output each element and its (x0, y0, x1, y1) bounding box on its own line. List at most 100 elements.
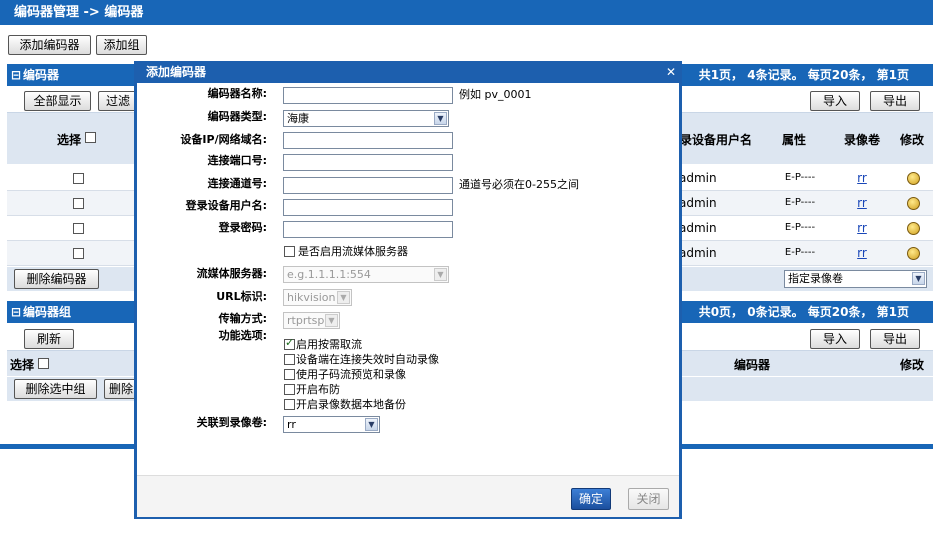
user-input[interactable] (283, 199, 453, 216)
collapse-icon[interactable]: ⊟ (11, 301, 21, 323)
url-label: URL标识: (216, 290, 267, 303)
row-user: admin (679, 221, 717, 235)
password-input[interactable] (283, 221, 453, 238)
encoder-column-header: 编码器 (734, 358, 771, 372)
attribute-column-header: 属性 (782, 133, 807, 147)
feature-checkbox-auto-record[interactable] (284, 354, 295, 365)
chevron-down-icon: ▼ (365, 418, 378, 431)
channel-label: 连接通道号: (207, 177, 267, 190)
group-paging: 共0页， 0条记录。 每页20条， 第1页 (698, 305, 909, 319)
encoder-paging: 共1页， 4条记录。 每页20条， 第1页 (698, 68, 909, 82)
encoder-import-button[interactable]: 导入 (810, 91, 860, 111)
dialog-volume-select[interactable]: rr ▼ (283, 416, 380, 433)
name-label: 编码器名称: (207, 87, 267, 100)
close-icon[interactable]: ✕ (666, 61, 676, 83)
close-button[interactable]: 关闭 (628, 488, 669, 510)
feature-label: 使用子码流预览和录像 (296, 368, 406, 381)
add-encoder-dialog: 添加编码器 ✕ 编码器名称: 例如 pv_0001 编码器类型: 海康 ▼ 设备… (134, 61, 682, 519)
refresh-button[interactable]: 刷新 (24, 329, 74, 349)
volume-column-header: 录像卷 (844, 133, 881, 147)
type-label: 编码器类型: (207, 110, 267, 123)
dialog-title: 添加编码器 (146, 65, 207, 79)
feature-checkbox-local-backup[interactable] (284, 399, 295, 410)
feature-label: 开启布防 (296, 383, 340, 396)
dialog-title-bar: 添加编码器 ✕ (134, 61, 682, 83)
row-volume-link[interactable]: rr (847, 166, 877, 190)
row-user: admin (679, 171, 717, 185)
feature-checkbox-on-demand[interactable] (284, 336, 295, 350)
edit-column-header: 修改 (900, 133, 925, 147)
group-select-all-checkbox[interactable] (38, 358, 49, 369)
chevron-down-icon: ▼ (912, 272, 925, 285)
group-edit-column-header: 修改 (900, 358, 925, 372)
row-attribute: E-P---- (784, 172, 816, 183)
login-user-column-header: 录设备用户名 (680, 133, 753, 147)
chevron-down-icon: ▼ (325, 314, 338, 327)
chevron-down-icon: ▼ (434, 112, 447, 125)
edit-icon[interactable] (907, 222, 920, 235)
chevron-down-icon: ▼ (337, 291, 350, 304)
add-group-button[interactable]: 添加组 (96, 35, 147, 55)
top-bar: 编码器管理 -> 编码器 (0, 0, 933, 25)
dialog-footer: 确定 关闭 (137, 475, 679, 517)
feature-label: 设备端在连接失效时自动录像 (296, 353, 439, 366)
stream-server-toggle-label: 是否启用流媒体服务器 (298, 245, 408, 258)
group-export-button[interactable]: 导出 (870, 329, 920, 349)
chevron-down-icon: ▼ (434, 268, 447, 281)
encoder-section-title: 编码器 (23, 68, 60, 82)
row-checkbox[interactable] (73, 173, 84, 184)
features-label: 功能选项: (218, 329, 267, 342)
row-volume-link[interactable]: rr (847, 241, 877, 265)
ip-input[interactable] (283, 132, 453, 149)
feature-label: 启用按需取流 (296, 338, 362, 351)
row-user: admin (679, 246, 717, 260)
edit-icon[interactable] (907, 247, 920, 260)
row-checkbox[interactable] (73, 223, 84, 234)
select-all-checkbox[interactable] (85, 132, 96, 143)
row-volume-link[interactable]: rr (847, 216, 877, 240)
port-input[interactable] (283, 154, 453, 171)
dialog-body: 编码器名称: 例如 pv_0001 编码器类型: 海康 ▼ 设备IP/网络域名:… (137, 83, 679, 475)
row-volume-link[interactable]: rr (847, 191, 877, 215)
transport-label: 传输方式: (218, 312, 267, 325)
delete-selected-group-button[interactable]: 删除选中组 (14, 379, 97, 399)
stream-server-select[interactable]: e.g.1.1.1.1:554 ▼ (283, 266, 449, 283)
encoder-export-button[interactable]: 导出 (870, 91, 920, 111)
row-attribute: E-P---- (784, 222, 816, 233)
edit-icon[interactable] (907, 172, 920, 185)
group-import-button[interactable]: 导入 (810, 329, 860, 349)
password-label: 登录密码: (218, 221, 267, 234)
group-section-title: 编码器组 (23, 305, 72, 319)
group-select-column-header: 选择 (10, 358, 35, 372)
url-select[interactable]: hikvision ▼ (283, 289, 352, 306)
transport-select[interactable]: rtprtsp ▼ (283, 312, 340, 329)
volume-select[interactable]: 指定录像卷 ▼ (784, 270, 927, 288)
select-column-header: 选择 (57, 133, 82, 147)
collapse-icon[interactable]: ⊟ (11, 64, 21, 86)
edit-icon[interactable] (907, 197, 920, 210)
channel-input[interactable] (283, 177, 453, 194)
volume-label: 关联到录像卷: (196, 416, 267, 429)
channel-hint: 通道号必须在0-255之间 (459, 178, 579, 191)
feature-checkbox-substream[interactable] (284, 369, 295, 380)
row-checkbox[interactable] (73, 248, 84, 259)
ip-label: 设备IP/网络域名: (180, 133, 267, 146)
feature-checkbox-arming[interactable] (284, 384, 295, 395)
show-all-button[interactable]: 全部显示 (24, 91, 91, 111)
add-encoder-button[interactable]: 添加编码器 (8, 35, 91, 55)
breadcrumb: 编码器管理 -> 编码器 (14, 5, 144, 20)
feature-label: 开启录像数据本地备份 (296, 398, 406, 411)
filter-button[interactable]: 过滤 (98, 91, 138, 111)
name-input[interactable] (283, 87, 453, 104)
name-hint: 例如 pv_0001 (459, 88, 532, 101)
delete-encoder-button[interactable]: 删除编码器 (14, 269, 99, 289)
row-attribute: E-P---- (784, 247, 816, 258)
stream-server-checkbox[interactable] (284, 246, 295, 257)
user-label: 登录设备用户名: (185, 199, 267, 212)
stream-server-label: 流媒体服务器: (196, 267, 267, 280)
port-label: 连接端口号: (207, 154, 267, 167)
row-user: admin (679, 196, 717, 210)
type-select[interactable]: 海康 ▼ (283, 110, 449, 127)
row-checkbox[interactable] (73, 198, 84, 209)
ok-button[interactable]: 确定 (571, 488, 611, 510)
